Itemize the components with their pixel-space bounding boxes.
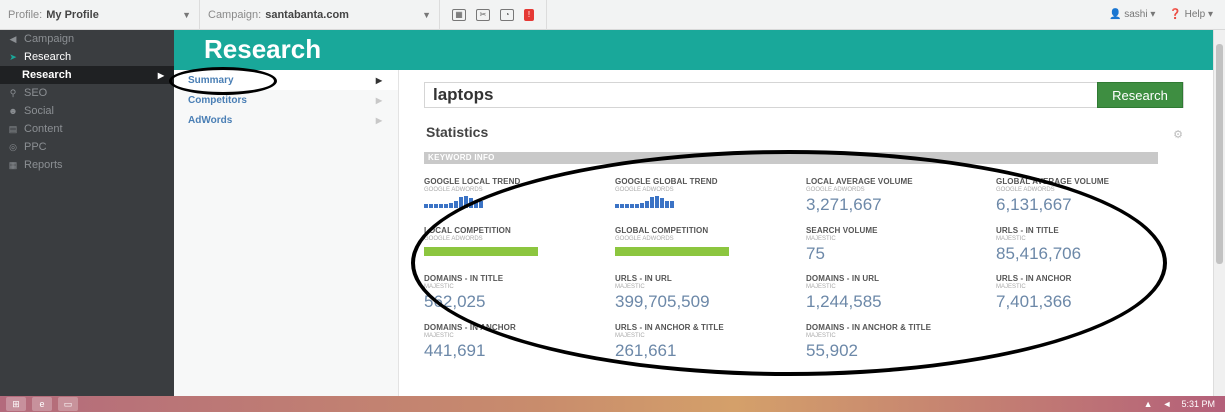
- help-label: Help: [1184, 9, 1206, 20]
- sidebar-item-content[interactable]: ▤ Content: [0, 120, 174, 138]
- user-name: sashi: [1124, 9, 1148, 20]
- top-bar: Profile: My Profile ▼ Campaign: santaban…: [0, 0, 1225, 30]
- calendar-icon[interactable]: ▦: [452, 8, 466, 21]
- explorer-icon[interactable]: ▭: [58, 397, 78, 411]
- people-icon: ☻: [8, 106, 18, 116]
- chevron-down-icon: ▼: [182, 9, 191, 20]
- user-area: 👤 sashi ▾ ❓ Help ▾: [1109, 9, 1225, 20]
- sidebar-item-ppc[interactable]: ◎ PPC: [0, 138, 174, 156]
- clock-time[interactable]: 5:31 PM: [1181, 399, 1215, 409]
- trend-bar: [434, 204, 438, 208]
- volume-icon[interactable]: ◄: [1163, 399, 1172, 409]
- sidebar-item-reports[interactable]: ▦ Reports: [0, 156, 174, 174]
- keyword-search-input[interactable]: laptops Research: [424, 82, 1184, 108]
- network-icon[interactable]: ▲: [1144, 399, 1153, 409]
- sidebar-item-label: Reports: [24, 159, 63, 171]
- document-icon: ▤: [8, 123, 18, 134]
- settings-icon[interactable]: ✂: [476, 8, 490, 21]
- link-icon: ⚲: [9, 87, 17, 98]
- statistics-title: Statistics: [426, 124, 489, 140]
- trend-bar: [444, 204, 448, 208]
- main-sidebar: ◀ Campaign ➤ Research Research ▶ ⚲ SEO ☻ Soci…: [0, 30, 174, 396]
- trend-bar: [424, 204, 428, 208]
- app-root: { "topbar": { "profile_label": "Profile:…: [0, 0, 1225, 412]
- annotation-oval: [411, 150, 1167, 376]
- cursor-icon: ➤: [9, 51, 17, 62]
- sidebar-item-social[interactable]: ☻ Social: [0, 102, 174, 120]
- sidebar-item-label: Research: [24, 51, 72, 63]
- target-icon: ◎: [9, 141, 17, 152]
- notification-icon[interactable]: ◔: [500, 8, 514, 21]
- toolbar-icons: ▦ ✂ ◔ !: [440, 0, 547, 30]
- start-icon[interactable]: ⊞: [6, 397, 26, 411]
- subnav-item-label: AdWords: [188, 114, 233, 126]
- scrollbar-thumb[interactable]: [1216, 44, 1223, 264]
- table-icon: ▦: [8, 159, 18, 170]
- chevron-right-icon: ▶: [157, 70, 164, 80]
- profile-selector[interactable]: Profile: My Profile ▼: [0, 0, 200, 30]
- chevron-right-icon: ▶: [375, 95, 382, 105]
- research-subnav: Summary ▶ Competitors ▶ AdWords ▶: [174, 70, 399, 396]
- sidebar-item-label: Social: [24, 105, 54, 117]
- campaign-value: santabanta.com: [265, 8, 349, 21]
- subnav-item-adwords[interactable]: AdWords ▶: [174, 110, 398, 130]
- help-menu[interactable]: ❓ Help ▾: [1169, 9, 1213, 20]
- trend-bar: [449, 203, 453, 208]
- sidebar-item-label: Research: [22, 69, 72, 81]
- sidebar-item-seo[interactable]: ⚲ SEO: [0, 84, 174, 102]
- annotation-circle: [169, 67, 277, 95]
- trend-bar: [439, 204, 443, 208]
- chevron-right-icon: ▶: [375, 75, 382, 85]
- sidebar-item-label: Campaign: [24, 33, 75, 45]
- page-header: Research: [174, 30, 1213, 70]
- campaign-selector[interactable]: Campaign: santabanta.com ▼: [200, 0, 440, 30]
- megaphone-icon: ◀: [9, 33, 17, 44]
- sidebar-item-label: PPC: [24, 141, 47, 153]
- chevron-right-icon: ▶: [375, 115, 382, 125]
- sidebar-item-label: SEO: [24, 87, 48, 99]
- chevron-down-icon: ▼: [422, 9, 431, 20]
- vertical-scrollbar[interactable]: [1213, 30, 1225, 396]
- sidebar-item-campaign[interactable]: ◀ Campaign: [0, 30, 174, 48]
- page-title: Research: [204, 34, 322, 64]
- subnav-item-label: Competitors: [188, 94, 247, 106]
- keyword-value: laptops: [433, 85, 494, 104]
- campaign-label: Campaign:: [208, 8, 262, 21]
- sidebar-item-research[interactable]: ➤ Research: [0, 48, 174, 66]
- sidebar-item-label: Content: [24, 123, 63, 135]
- windows-taskbar: ⊞ e ▭ ▲ ◄ 5:31 PM: [0, 396, 1225, 412]
- trend-bar: [454, 201, 458, 208]
- research-button[interactable]: Research: [1097, 82, 1183, 108]
- user-menu[interactable]: 👤 sashi ▾: [1109, 9, 1155, 20]
- profile-label: Profile:: [8, 8, 43, 21]
- sidebar-subitem-research[interactable]: Research ▶: [0, 66, 174, 84]
- trend-bar: [429, 204, 433, 208]
- profile-value: My Profile: [46, 8, 99, 21]
- gear-icon[interactable]: ⚙: [1173, 128, 1183, 141]
- system-tray: ▲ ◄ 5:31 PM: [1144, 399, 1225, 409]
- alert-badge-icon[interactable]: !: [524, 8, 534, 21]
- browser-icon[interactable]: e: [32, 397, 52, 411]
